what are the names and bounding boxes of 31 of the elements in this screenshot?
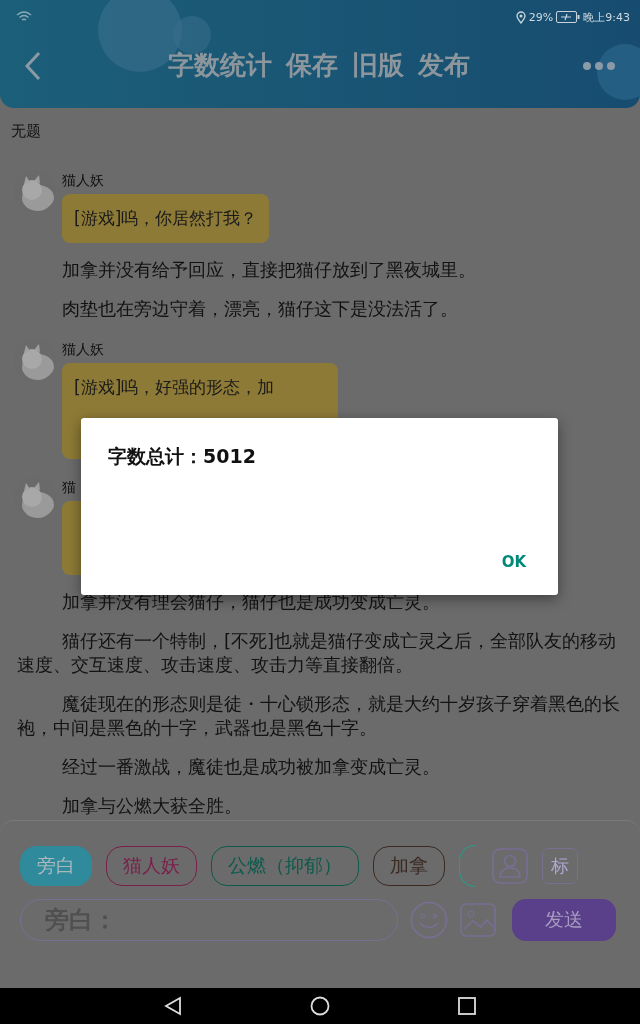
toolbar-action[interactable]: 字数统计	[168, 48, 272, 83]
character-chip[interactable]: 猫人妖	[106, 846, 197, 886]
clock-time: 晚上9:43	[583, 9, 630, 25]
character-chip[interactable]: 加拿	[373, 846, 445, 886]
more-icon[interactable]	[582, 60, 616, 71]
battery-icon	[556, 11, 581, 23]
speaker-name: 猫人妖	[62, 341, 104, 359]
character-chip[interactable]: 公燃（抑郁）	[211, 846, 359, 886]
toolbar-action[interactable]: 保存	[286, 48, 338, 83]
ok-button[interactable]: OK	[499, 551, 528, 573]
narration-paragraph: 猫仔还有一个特制，[不死]也就是猫仔变成亡灵之后，全部队友的移动速度、交互速度、攻击速度、攻击力等直接翻倍。	[17, 629, 618, 677]
narration-paragraph: 肉垫也在旁边守着，漂亮，猫仔这下是没法活了。	[61, 297, 459, 321]
chip-edge[interactable]	[459, 845, 476, 887]
speaker-name: 猫	[62, 479, 76, 497]
speaker-name: 猫人妖	[62, 172, 104, 190]
location-icon	[515, 10, 526, 24]
narration-paragraph: 经过一番激战，魔徒也是成功被加拿变成亡灵。	[61, 755, 441, 779]
narration-paragraph: 加拿并没有给予回应，直接把猫仔放到了黑夜城里。	[61, 258, 477, 282]
document-title: 无题	[10, 122, 42, 142]
send-button[interactable]: 发送	[512, 899, 616, 941]
recents-icon[interactable]	[458, 997, 476, 1015]
narration-paragraph: 加拿与公燃大获全胜。	[61, 794, 243, 818]
home-icon[interactable]	[310, 996, 330, 1016]
battery-percent: 29%	[528, 10, 554, 24]
speech-bubble: [游戏]呜，你居然打我？	[62, 194, 270, 243]
narration-paragraph: 魔徒现在的形态则是徒・十心锁形态，就是大约十岁孩子穿着黑色的长袍，中间是黑色的十字，武器也是黑色十字。	[17, 692, 620, 740]
toolbar-action[interactable]: 旧版	[352, 48, 404, 83]
character-chip[interactable]: 旁白	[20, 846, 92, 886]
tag-button[interactable]: 标	[542, 848, 578, 884]
toolbar-action[interactable]: 发布	[418, 48, 470, 83]
wifi-icon	[16, 11, 32, 23]
